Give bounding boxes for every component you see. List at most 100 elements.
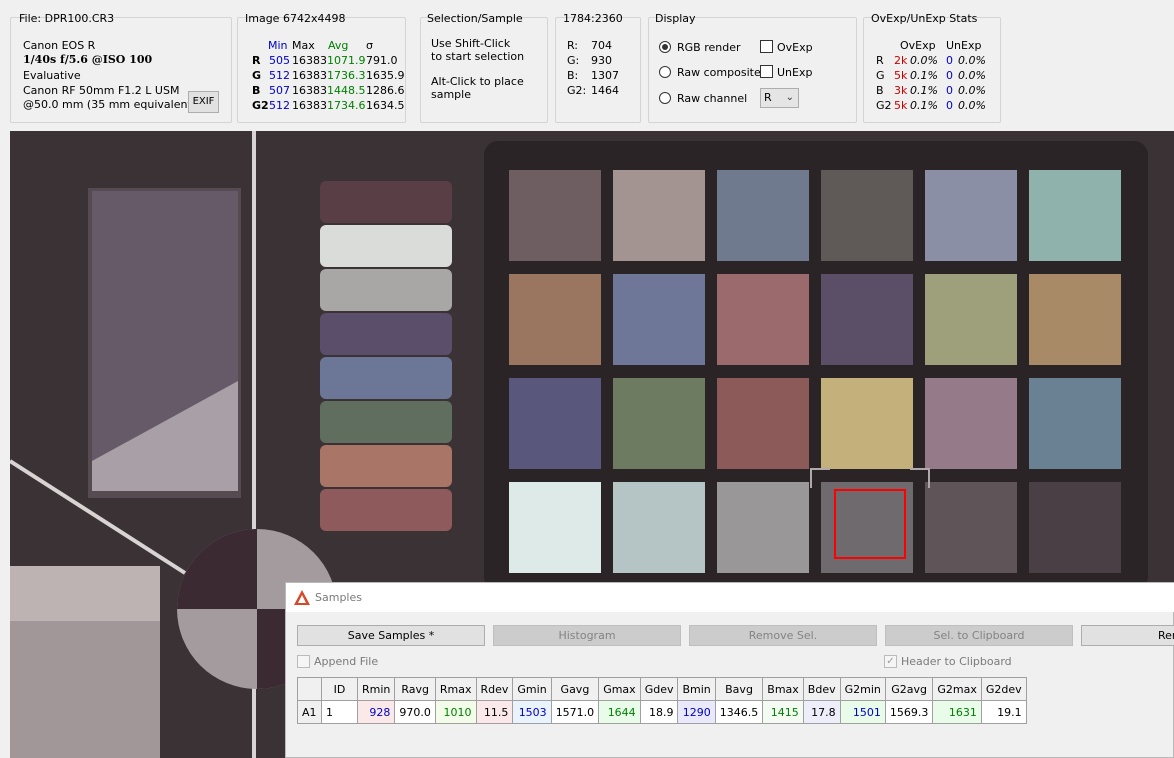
rgb-render-radio[interactable] [659, 41, 671, 53]
selection-handle-tr[interactable] [910, 468, 930, 488]
channel-select-value: R [764, 91, 772, 104]
color-patch [925, 170, 1017, 261]
exposure-info: 1/40s f/5.6 @ISO 100 [23, 53, 153, 66]
col-max: Max [292, 39, 315, 52]
un-count: 0 [946, 99, 953, 112]
rgb-render-label[interactable]: RGB render [677, 41, 741, 54]
stat-channel: G2 [876, 99, 892, 112]
header-clipboard-label[interactable]: Header to Clipboard [901, 655, 1012, 668]
max-value: 16383 [292, 99, 327, 112]
column-header[interactable]: Bavg [714, 677, 764, 701]
column-header[interactable]: Bdev [802, 677, 841, 701]
stats-head-un: UnExp [946, 39, 982, 52]
file-title: File: DPR100.CR3 [19, 12, 115, 25]
remove-sel-button[interactable]: Remove Sel. [689, 625, 877, 646]
color-patch [509, 170, 601, 261]
table-cell: 1569.3 [884, 700, 934, 724]
coord-value: 1464 [591, 84, 619, 97]
table-cell: 1501 [839, 700, 886, 724]
un-count: 0 [946, 84, 953, 97]
metering-mode: Evaluative [23, 69, 81, 82]
coord-value: 704 [591, 39, 612, 52]
avg-value: 1071.9 [327, 54, 366, 67]
column-header[interactable]: G2max [932, 677, 982, 701]
color-patch [1029, 482, 1121, 573]
coord-value: 1307 [591, 69, 619, 82]
ov-count: 2k [894, 54, 908, 67]
min-value: 512 [269, 99, 290, 112]
header-clipboard-checkbox[interactable]: ✓ [884, 655, 897, 668]
column-header[interactable]: G2min [839, 677, 886, 701]
color-patch [1029, 274, 1121, 365]
column-header[interactable]: Bmax [762, 677, 804, 701]
append-file-label[interactable]: Append File [314, 655, 378, 668]
column-header[interactable]: Gmax [598, 677, 641, 701]
column-header[interactable]: ID [321, 677, 358, 701]
table-cell: 17.8 [802, 700, 841, 724]
raw-channel-radio[interactable] [659, 92, 671, 104]
table-cell: 1503 [512, 700, 552, 724]
color-patch [509, 482, 601, 573]
ov-count: 5k [894, 69, 908, 82]
color-patch [509, 378, 601, 469]
table-cell: 970.0 [394, 700, 436, 724]
column-header[interactable]: Bmin [677, 677, 716, 701]
save-samples-button[interactable]: Save Samples * [297, 625, 485, 646]
column-header[interactable]: Gmin [512, 677, 552, 701]
histogram-button[interactable]: Histogram [493, 625, 681, 646]
selection-rectangle[interactable] [834, 489, 906, 559]
thread-spool [320, 357, 452, 399]
coord-label: R: [567, 39, 579, 52]
hint-line-1: Use Shift-Click [431, 37, 511, 50]
max-value: 16383 [292, 84, 327, 97]
un-pct: 0.0% [958, 54, 986, 67]
raw-channel-label[interactable]: Raw channel [677, 92, 747, 105]
ov-count: 5k [894, 99, 908, 112]
color-patch [613, 378, 705, 469]
image-title: Image 6742x4498 [245, 12, 346, 25]
color-patch [821, 170, 913, 261]
un-count: 0 [946, 54, 953, 67]
thread-spool [320, 313, 452, 355]
selection-handle-tl[interactable] [810, 468, 830, 488]
channel-label: B [252, 84, 261, 97]
color-patch [613, 482, 705, 573]
remove-button[interactable]: Remo [1081, 625, 1174, 646]
sel-to-clipboard-button[interactable]: Sel. to Clipboard [885, 625, 1073, 646]
column-header[interactable]: Rmax [434, 677, 477, 701]
column-header[interactable]: Rdev [475, 677, 514, 701]
ovexp-label[interactable]: OvExp [777, 41, 813, 54]
table-row[interactable]: A1 1 928 970.0 1010 11.5 1503 1571.0 1644 18.9 129… [297, 700, 1027, 724]
exif-button[interactable]: EXIF [188, 91, 219, 113]
color-patch [821, 274, 913, 365]
table-cell: 11.5 [475, 700, 514, 724]
avg-value: 1734.6 [327, 99, 366, 112]
column-header[interactable]: Gavg [550, 677, 600, 701]
lens-info: Canon RF 50mm F1.2 L USM [23, 84, 180, 97]
raw-composite-radio[interactable] [659, 66, 671, 78]
column-header[interactable]: G2dev [980, 677, 1027, 701]
column-header[interactable]: G2avg [884, 677, 934, 701]
column-header[interactable]: Gdev [639, 677, 679, 701]
column-header[interactable]: Rmin [356, 677, 396, 701]
raw-composite-label[interactable]: Raw composite [677, 66, 761, 79]
coord-label: B: [567, 69, 579, 82]
hint-line-4: sample [431, 88, 471, 101]
min-value: 507 [269, 84, 290, 97]
table-cell: 1010 [434, 700, 477, 724]
channel-select[interactable]: R ⌄ [760, 88, 799, 108]
sigma-value: 1286.6 [366, 84, 405, 97]
append-file-checkbox[interactable] [297, 655, 310, 668]
sigma-value: 1634.5 [366, 99, 405, 112]
ovexp-checkbox[interactable] [760, 40, 773, 53]
color-patch [1029, 378, 1121, 469]
unexp-checkbox[interactable] [760, 65, 773, 78]
unexp-label[interactable]: UnExp [777, 66, 812, 79]
ov-count: 3k [894, 84, 908, 97]
un-pct: 0.0% [958, 99, 986, 112]
col-sigma: σ [366, 39, 373, 52]
table-cell: 1 [321, 700, 358, 724]
min-value: 512 [269, 69, 290, 82]
column-header[interactable]: Ravg [394, 677, 436, 701]
focal-info: @50.0 mm (35 mm equivalent: 48. [23, 98, 188, 111]
